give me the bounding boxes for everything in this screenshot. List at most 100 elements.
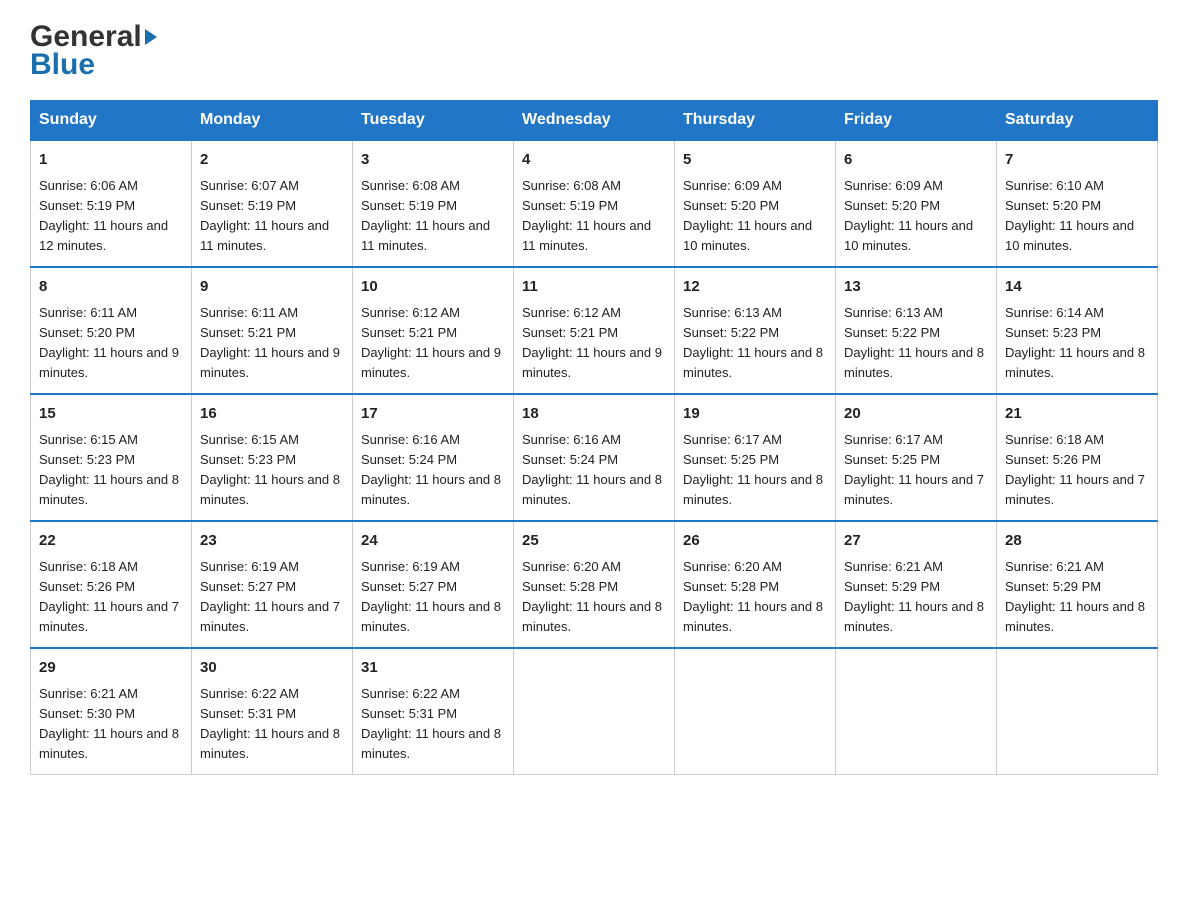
calendar-cell: 2 Sunrise: 6:07 AMSunset: 5:19 PMDaylight… — [192, 140, 353, 267]
logo: General Blue — [30, 20, 157, 82]
calendar-cell: 1Sunrise: 6:06 AMSunset: 5:19 PMDaylight… — [31, 140, 192, 267]
weekday-header-tuesday: Tuesday — [353, 101, 514, 141]
calendar-cell: 23 Sunrise: 6:19 AMSunset: 5:27 PMDayligh… — [192, 521, 353, 648]
calendar-cell: 6Sunrise: 6:09 AMSunset: 5:20 PMDaylight… — [836, 140, 997, 267]
day-number: 12 — [683, 276, 827, 299]
calendar-cell — [836, 648, 997, 775]
day-number: 20 — [844, 403, 988, 426]
day-number: 11 — [522, 276, 666, 299]
day-info: Sunrise: 6:16 AMSunset: 5:24 PMDaylight:… — [522, 430, 666, 511]
day-info: Sunrise: 6:09 AMSunset: 5:20 PMDaylight:… — [844, 176, 988, 257]
day-number: 17 — [361, 403, 505, 426]
day-number: 9 — [200, 276, 344, 299]
day-info: Sunrise: 6:15 AMSunset: 5:23 PMDaylight:… — [200, 430, 344, 511]
day-info: Sunrise: 6:07 AMSunset: 5:19 PMDaylight:… — [200, 176, 344, 257]
day-info: Sunrise: 6:17 AMSunset: 5:25 PMDaylight:… — [844, 430, 988, 511]
day-number: 8 — [39, 276, 183, 299]
day-number: 31 — [361, 657, 505, 680]
day-info: Sunrise: 6:11 AMSunset: 5:20 PMDaylight:… — [39, 303, 183, 384]
calendar-cell: 22 Sunrise: 6:18 AMSunset: 5:26 PMDayligh… — [31, 521, 192, 648]
calendar-table: SundayMondayTuesdayWednesdayThursdayFrid… — [30, 100, 1158, 775]
calendar-cell — [997, 648, 1158, 775]
day-info: Sunrise: 6:17 AMSunset: 5:25 PMDaylight:… — [683, 430, 827, 511]
day-number: 2 — [200, 149, 344, 172]
calendar-week-row: 15 Sunrise: 6:15 AMSunset: 5:23 PMDayligh… — [31, 394, 1158, 521]
day-info: Sunrise: 6:21 AMSunset: 5:29 PMDaylight:… — [1005, 557, 1149, 638]
weekday-header-row: SundayMondayTuesdayWednesdayThursdayFrid… — [31, 101, 1158, 141]
day-info: Sunrise: 6:08 AMSunset: 5:19 PMDaylight:… — [361, 176, 505, 257]
calendar-cell: 14 Sunrise: 6:14 AMSunset: 5:23 PMDayligh… — [997, 267, 1158, 394]
calendar-cell: 4 Sunrise: 6:08 AMSunset: 5:19 PMDaylight… — [514, 140, 675, 267]
weekday-header-saturday: Saturday — [997, 101, 1158, 141]
calendar-cell: 25Sunrise: 6:20 AMSunset: 5:28 PMDayligh… — [514, 521, 675, 648]
day-info: Sunrise: 6:14 AMSunset: 5:23 PMDaylight:… — [1005, 303, 1149, 384]
day-info: Sunrise: 6:08 AMSunset: 5:19 PMDaylight:… — [522, 176, 666, 257]
calendar-cell: 31Sunrise: 6:22 AMSunset: 5:31 PMDayligh… — [353, 648, 514, 775]
day-number: 13 — [844, 276, 988, 299]
day-number: 30 — [200, 657, 344, 680]
calendar-cell: 30 Sunrise: 6:22 AMSunset: 5:31 PMDayligh… — [192, 648, 353, 775]
day-info: Sunrise: 6:11 AMSunset: 5:21 PMDaylight:… — [200, 303, 344, 384]
day-number: 27 — [844, 530, 988, 553]
day-info: Sunrise: 6:12 AMSunset: 5:21 PMDaylight:… — [361, 303, 505, 384]
calendar-cell: 7 Sunrise: 6:10 AMSunset: 5:20 PMDaylight… — [997, 140, 1158, 267]
day-info: Sunrise: 6:16 AMSunset: 5:24 PMDaylight:… — [361, 430, 505, 511]
day-number: 23 — [200, 530, 344, 553]
day-info: Sunrise: 6:22 AMSunset: 5:31 PMDaylight:… — [200, 684, 344, 765]
day-info: Sunrise: 6:19 AMSunset: 5:27 PMDaylight:… — [361, 557, 505, 638]
calendar-cell: 8 Sunrise: 6:11 AMSunset: 5:20 PMDaylight… — [31, 267, 192, 394]
day-info: Sunrise: 6:06 AMSunset: 5:19 PMDaylight:… — [39, 176, 183, 257]
day-info: Sunrise: 6:18 AMSunset: 5:26 PMDaylight:… — [1005, 430, 1149, 511]
weekday-header-wednesday: Wednesday — [514, 101, 675, 141]
logo-blue-text: Blue — [30, 48, 157, 82]
calendar-week-row: 1Sunrise: 6:06 AMSunset: 5:19 PMDaylight… — [31, 140, 1158, 267]
day-info: Sunrise: 6:13 AMSunset: 5:22 PMDaylight:… — [844, 303, 988, 384]
calendar-cell: 26Sunrise: 6:20 AMSunset: 5:28 PMDayligh… — [675, 521, 836, 648]
day-info: Sunrise: 6:10 AMSunset: 5:20 PMDaylight:… — [1005, 176, 1149, 257]
weekday-header-friday: Friday — [836, 101, 997, 141]
calendar-cell: 9 Sunrise: 6:11 AMSunset: 5:21 PMDaylight… — [192, 267, 353, 394]
calendar-cell: 28 Sunrise: 6:21 AMSunset: 5:29 PMDayligh… — [997, 521, 1158, 648]
day-number: 7 — [1005, 149, 1149, 172]
day-info: Sunrise: 6:13 AMSunset: 5:22 PMDaylight:… — [683, 303, 827, 384]
day-number: 3 — [361, 149, 505, 172]
page-header: General Blue — [30, 20, 1158, 82]
calendar-cell: 10 Sunrise: 6:12 AMSunset: 5:21 PMDayligh… — [353, 267, 514, 394]
day-number: 28 — [1005, 530, 1149, 553]
calendar-cell: 12 Sunrise: 6:13 AMSunset: 5:22 PMDayligh… — [675, 267, 836, 394]
day-number: 16 — [200, 403, 344, 426]
calendar-week-row: 8 Sunrise: 6:11 AMSunset: 5:20 PMDaylight… — [31, 267, 1158, 394]
calendar-cell: 21 Sunrise: 6:18 AMSunset: 5:26 PMDayligh… — [997, 394, 1158, 521]
day-number: 4 — [522, 149, 666, 172]
day-number: 22 — [39, 530, 183, 553]
day-info: Sunrise: 6:21 AMSunset: 5:29 PMDaylight:… — [844, 557, 988, 638]
calendar-cell: 11Sunrise: 6:12 AMSunset: 5:21 PMDayligh… — [514, 267, 675, 394]
day-info: Sunrise: 6:18 AMSunset: 5:26 PMDaylight:… — [39, 557, 183, 638]
day-number: 21 — [1005, 403, 1149, 426]
day-number: 19 — [683, 403, 827, 426]
day-info: Sunrise: 6:15 AMSunset: 5:23 PMDaylight:… — [39, 430, 183, 511]
calendar-week-row: 22 Sunrise: 6:18 AMSunset: 5:26 PMDayligh… — [31, 521, 1158, 648]
day-number: 10 — [361, 276, 505, 299]
calendar-cell: 15 Sunrise: 6:15 AMSunset: 5:23 PMDayligh… — [31, 394, 192, 521]
calendar-cell: 3 Sunrise: 6:08 AMSunset: 5:19 PMDaylight… — [353, 140, 514, 267]
calendar-cell: 17 Sunrise: 6:16 AMSunset: 5:24 PMDayligh… — [353, 394, 514, 521]
calendar-cell: 13 Sunrise: 6:13 AMSunset: 5:22 PMDayligh… — [836, 267, 997, 394]
calendar-cell: 5Sunrise: 6:09 AMSunset: 5:20 PMDaylight… — [675, 140, 836, 267]
weekday-header-sunday: Sunday — [31, 101, 192, 141]
calendar-cell: 16 Sunrise: 6:15 AMSunset: 5:23 PMDayligh… — [192, 394, 353, 521]
calendar-cell: 24Sunrise: 6:19 AMSunset: 5:27 PMDayligh… — [353, 521, 514, 648]
calendar-cell — [514, 648, 675, 775]
calendar-cell: 19 Sunrise: 6:17 AMSunset: 5:25 PMDayligh… — [675, 394, 836, 521]
day-info: Sunrise: 6:20 AMSunset: 5:28 PMDaylight:… — [522, 557, 666, 638]
calendar-cell: 29Sunrise: 6:21 AMSunset: 5:30 PMDayligh… — [31, 648, 192, 775]
day-number: 5 — [683, 149, 827, 172]
day-number: 15 — [39, 403, 183, 426]
calendar-cell: 27 Sunrise: 6:21 AMSunset: 5:29 PMDayligh… — [836, 521, 997, 648]
calendar-cell: 20 Sunrise: 6:17 AMSunset: 5:25 PMDayligh… — [836, 394, 997, 521]
day-info: Sunrise: 6:20 AMSunset: 5:28 PMDaylight:… — [683, 557, 827, 638]
day-number: 14 — [1005, 276, 1149, 299]
weekday-header-monday: Monday — [192, 101, 353, 141]
day-info: Sunrise: 6:19 AMSunset: 5:27 PMDaylight:… — [200, 557, 344, 638]
day-info: Sunrise: 6:21 AMSunset: 5:30 PMDaylight:… — [39, 684, 183, 765]
